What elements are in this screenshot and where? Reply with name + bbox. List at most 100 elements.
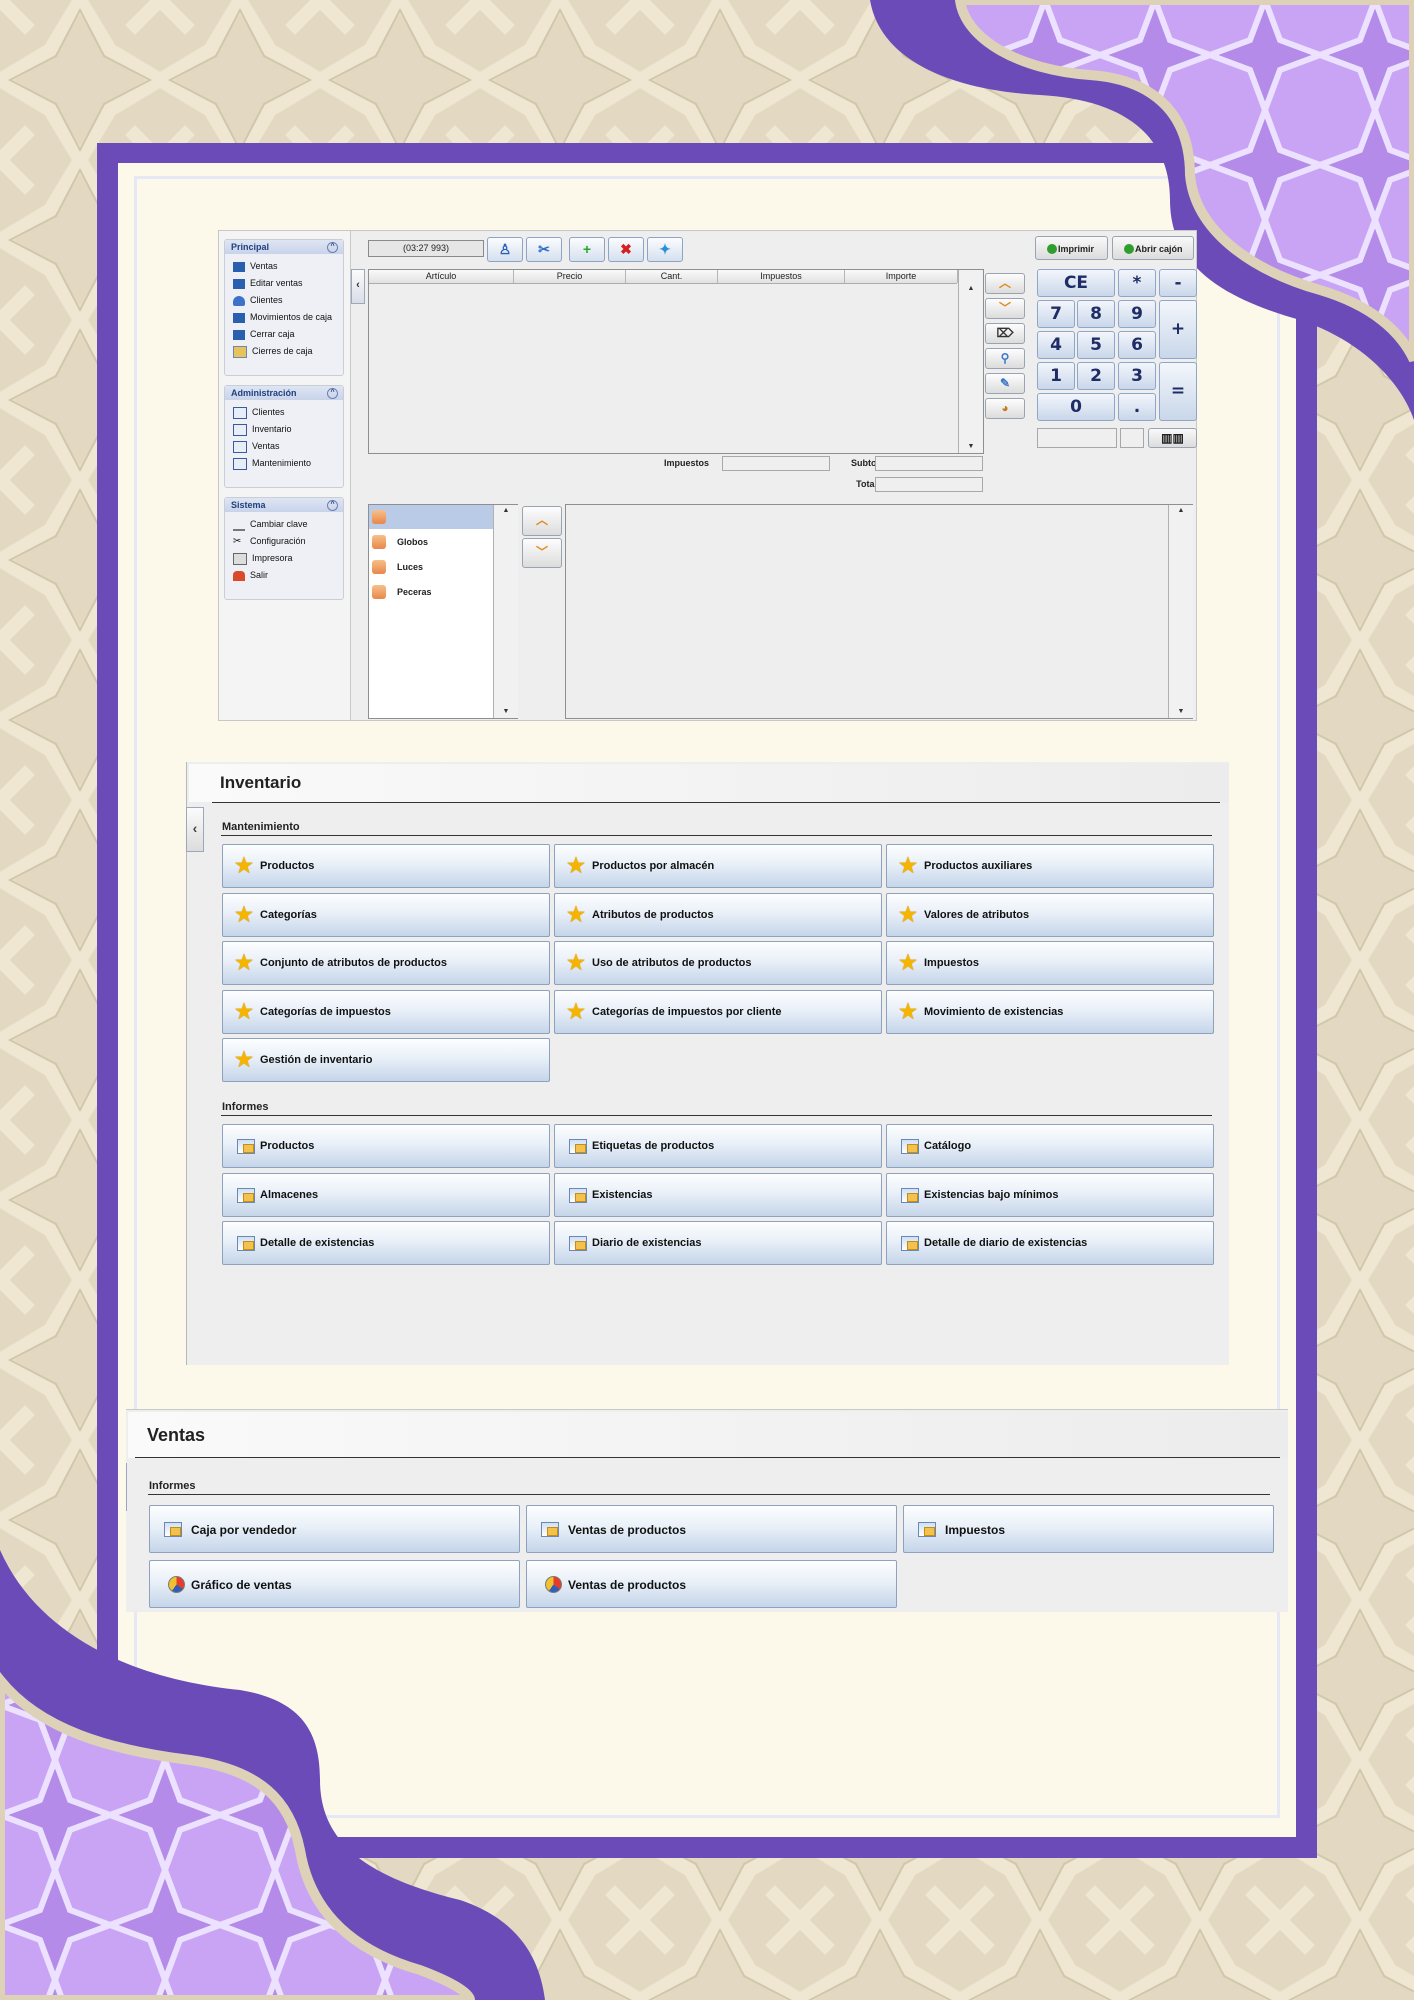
scroll-up-icon[interactable]: ▲ [1169,505,1193,517]
scroll-up-icon[interactable]: ▲ [494,505,518,517]
attributes-button[interactable]: ◕ [985,398,1025,419]
line-up-button[interactable]: ︿ [985,273,1025,294]
key-1[interactable]: 1 [1037,362,1075,390]
collapse-icon[interactable]: ^ [327,242,338,253]
categorias-button[interactable]: ★ Categorías [222,892,550,937]
uso-de-atributos-de-productos-button[interactable]: ★ Uso de atributos de productos [554,941,882,985]
category-item[interactable]: Globos [369,530,493,554]
delete-ticket-button[interactable]: ✖ [608,237,644,262]
customer-button[interactable]: ♙ [487,237,523,262]
product-scrollbar[interactable]: ▲ ▼ [1168,505,1193,718]
key-6[interactable]: 6 [1118,331,1156,359]
key-0[interactable]: 0 [1037,393,1115,421]
impuestos-button[interactable]: Impuestos [903,1505,1274,1553]
detalle-de-diario-de-existencias-button[interactable]: Detalle de diario de existencias [886,1221,1214,1265]
category-item[interactable]: Luces [369,555,493,579]
menu-item-admin-mantenimiento[interactable]: Mantenimiento [225,455,343,472]
category-scrollbar[interactable]: ▲ ▼ [493,505,518,718]
almacenes-button[interactable]: Almacenes [222,1172,550,1217]
menu-item-movimientos-caja[interactable]: Movimientos de caja [225,309,343,326]
menu-item-admin-ventas[interactable]: Ventas [225,438,343,455]
conjunto-de-atributos-de-productos-button[interactable]: ★ Conjunto de atributos de productos [222,941,550,985]
menu-item-clientes[interactable]: Clientes [225,292,343,309]
atributos-de-productos-button[interactable]: ★ Atributos de productos [554,892,882,937]
search-product-button[interactable]: ⚲ [985,348,1025,369]
magic-button[interactable]: ✦ [647,237,683,262]
existencias-button[interactable]: Existencias [554,1172,882,1217]
ticket-scrollbar[interactable]: ▲ ▼ [958,270,983,453]
key-plus[interactable]: + [1159,300,1197,359]
grafico-de-ventas-button[interactable]: Gráfico de ventas [149,1560,520,1608]
valores-de-atributos-button[interactable]: ★ Valores de atributos [886,892,1214,937]
category-up-button[interactable]: ︿ [522,506,562,536]
product-panel[interactable]: ▲ ▼ [565,504,1193,719]
categorias-de-impuestos-button[interactable]: ★ Categorías de impuestos [222,989,550,1034]
column-cantidad[interactable]: Cant. [626,270,718,283]
key-equals[interactable]: = [1159,362,1197,421]
edit-line-button[interactable]: ✎ [985,373,1025,394]
column-importe[interactable]: Importe [845,270,958,283]
key-2[interactable]: 2 [1077,362,1115,390]
category-list[interactable]: Globos Luces Peceras ▲ ▼ [368,504,518,719]
ventas-de-productos-button[interactable]: Ventas de productos [526,1505,897,1553]
productos-button[interactable]: ★ Productos [222,844,550,888]
productos-button[interactable]: Productos [222,1124,550,1168]
catalogo-button[interactable]: Catálogo [886,1124,1214,1168]
menu-item-cierres-caja[interactable]: Cierres de caja [225,343,343,360]
delete-line-button[interactable]: ⌦ [985,323,1025,344]
menu-item-salir[interactable]: Salir [225,567,343,584]
barcode-button[interactable]: ▥▥ [1148,428,1197,448]
key-multiply[interactable]: * [1118,269,1156,297]
ventas-de-productos-button[interactable]: Ventas de productos [526,1560,897,1608]
print-button[interactable]: Imprimir [1035,236,1108,260]
ticket-table[interactable]: Artículo Precio Cant. Impuestos Importe … [368,269,984,454]
collapse-menu-button[interactable]: ‹ [186,807,204,852]
etiquetas-de-productos-button[interactable]: Etiquetas de productos [554,1124,882,1168]
menu-item-cerrar-caja[interactable]: Cerrar caja [225,326,343,343]
collapse-icon[interactable]: ^ [327,500,338,511]
column-articulo[interactable]: Artículo [369,270,514,283]
column-precio[interactable]: Precio [514,270,626,283]
key-8[interactable]: 8 [1077,300,1115,328]
scroll-up-icon[interactable]: ▲ [959,283,983,295]
key-9[interactable]: 9 [1118,300,1156,328]
key-dot[interactable]: . [1118,393,1156,421]
movimiento-de-existencias-button[interactable]: ★ Movimiento de existencias [886,989,1214,1034]
category-item[interactable] [369,505,493,529]
menu-item-editar-ventas[interactable]: Editar ventas [225,275,343,292]
key-minus[interactable]: - [1159,269,1197,297]
category-down-button[interactable]: ﹀ [522,538,562,568]
menu-item-configuracion[interactable]: ✂ Configuración [225,533,343,550]
caja-por-vendedor-button[interactable]: Caja por vendedor [149,1505,520,1553]
gestion-de-inventario-button[interactable]: ★ Gestión de inventario [222,1038,550,1082]
productos-por-almacen-button[interactable]: ★ Productos por almacén [554,844,882,888]
productos-auxiliares-button[interactable]: ★ Productos auxiliares [886,844,1214,888]
collapse-menu-button[interactable]: ‹ [351,269,365,304]
scroll-down-icon[interactable]: ▼ [494,706,518,718]
scroll-down-icon[interactable]: ▼ [1169,706,1193,718]
key-7[interactable]: 7 [1037,300,1075,328]
multiplier-input[interactable] [1120,428,1144,448]
add-ticket-button[interactable]: + [569,237,605,262]
split-button[interactable]: ✂ [526,237,562,262]
scroll-down-icon[interactable]: ▼ [959,441,983,453]
menu-item-cambiar-clave[interactable]: Cambiar clave [225,516,343,533]
categorias-de-impuestos-por-cliente-button[interactable]: ★ Categorías de impuestos por cliente [554,989,882,1034]
detalle-de-existencias-button[interactable]: Detalle de existencias [222,1221,550,1265]
key-5[interactable]: 5 [1077,331,1115,359]
key-4[interactable]: 4 [1037,331,1075,359]
menu-item-impresora[interactable]: Impresora [225,550,343,567]
category-item[interactable]: Peceras [369,580,493,604]
menu-item-admin-clientes[interactable]: Clientes [225,404,343,421]
price-input[interactable] [1037,428,1117,448]
collapse-icon[interactable]: ^ [327,388,338,399]
open-drawer-button[interactable]: Abrir cajón [1112,236,1194,260]
menu-item-ventas[interactable]: Ventas [225,258,343,275]
key-3[interactable]: 3 [1118,362,1156,390]
menu-item-admin-inventario[interactable]: Inventario [225,421,343,438]
impuestos-button[interactable]: ★ Impuestos [886,941,1214,985]
key-ce[interactable]: CE [1037,269,1115,297]
line-down-button[interactable]: ﹀ [985,298,1025,319]
existencias-bajo-minimos-button[interactable]: Existencias bajo mínimos [886,1172,1214,1217]
column-impuestos[interactable]: Impuestos [718,270,845,283]
